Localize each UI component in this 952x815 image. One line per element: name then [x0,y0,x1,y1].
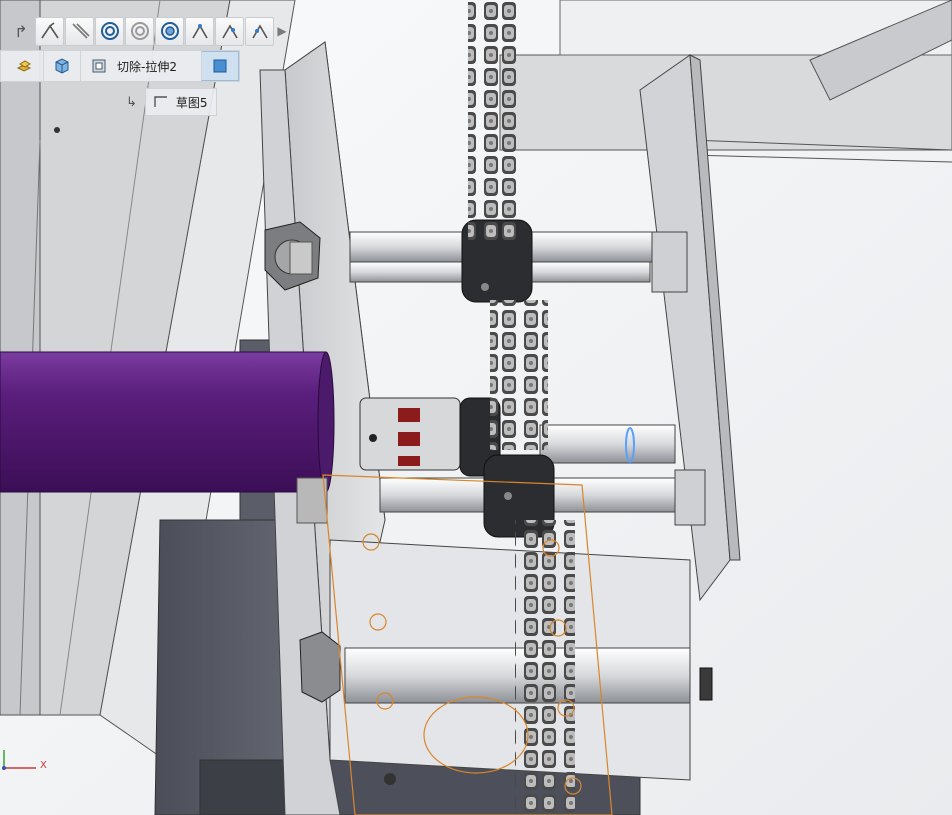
breadcrumb-sketch-row: ↳ 草图5 [126,88,217,116]
concentric-gray-icon[interactable] [125,16,154,46]
sketch-label: 草图5 [175,95,208,110]
model-viewport[interactable] [0,0,952,815]
concentric-outline-icon[interactable] [155,16,184,46]
fix-relation-icon[interactable] [185,16,214,46]
expand-toolbar-icon[interactable]: ▶ [275,16,289,46]
face-icon [210,56,230,76]
drive-shaft [539,424,676,464]
line-icon[interactable] [65,16,94,46]
coincident-relation-icon[interactable] [245,16,274,46]
view-triad [2,750,36,770]
roller-chain-top [468,0,524,240]
lower-hex-nut [299,631,341,703]
breadcrumb: 切除-拉伸2 [0,50,240,82]
context-toolbar: ↱ ▶ [8,14,289,48]
roller-chain-bottom [515,520,575,815]
breadcrumb-face[interactable] [200,51,239,81]
triad-x-label: X [40,760,47,771]
breadcrumb-assembly[interactable] [7,51,43,81]
roller-chain-mid [490,300,548,450]
sketch-icon [152,92,172,112]
concentric-icon[interactable] [95,16,124,46]
perpendicular-relation-icon[interactable] [215,16,244,46]
breadcrumb-part[interactable] [43,51,80,81]
part-icon [52,56,72,76]
breadcrumb-feature[interactable]: 切除-拉伸2 [80,51,201,81]
feature-label: 切除-拉伸2 [117,59,177,74]
smart-dimension-icon[interactable] [35,16,64,46]
breadcrumb-sketch[interactable]: 草图5 [144,88,217,116]
return-arrow-icon[interactable]: ↱ [8,16,34,46]
child-arrow-icon: ↳ [126,94,137,110]
motor-tube [0,351,327,493]
extruded-cut-icon [89,56,109,76]
assembly-icon [15,56,35,76]
